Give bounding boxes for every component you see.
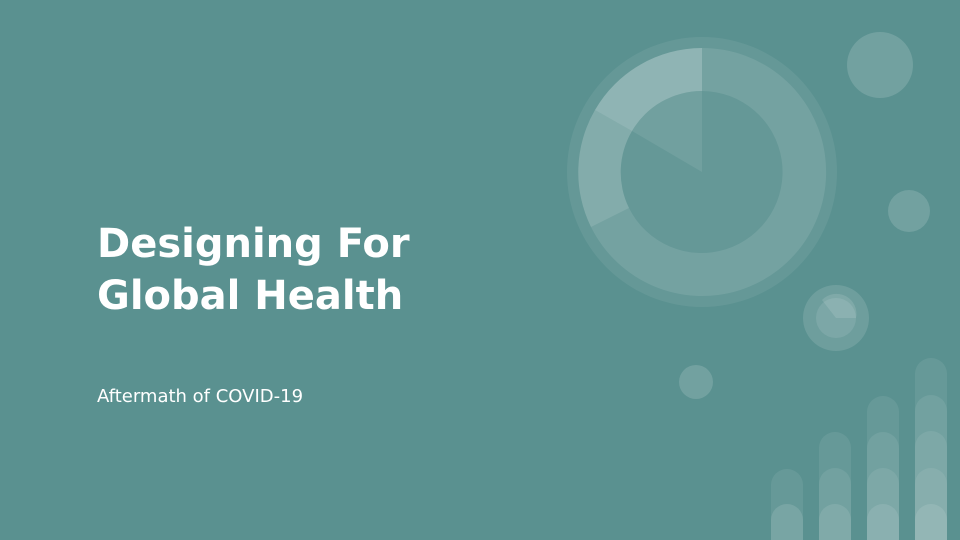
large-donut-icon bbox=[567, 37, 837, 307]
tiny-pie-icon bbox=[888, 190, 930, 232]
bar-graphic-icon bbox=[771, 358, 947, 540]
title-line-1: Designing For bbox=[97, 221, 410, 267]
slide-subtitle: Aftermath of COVID-19 bbox=[97, 386, 304, 407]
mini-pie-icon bbox=[679, 365, 713, 399]
title-line-2: Global Health bbox=[97, 273, 404, 319]
ring-pie-icon bbox=[803, 285, 869, 351]
slide-title: Designing For Global Health bbox=[97, 218, 410, 322]
small-pie-icon bbox=[847, 32, 913, 98]
